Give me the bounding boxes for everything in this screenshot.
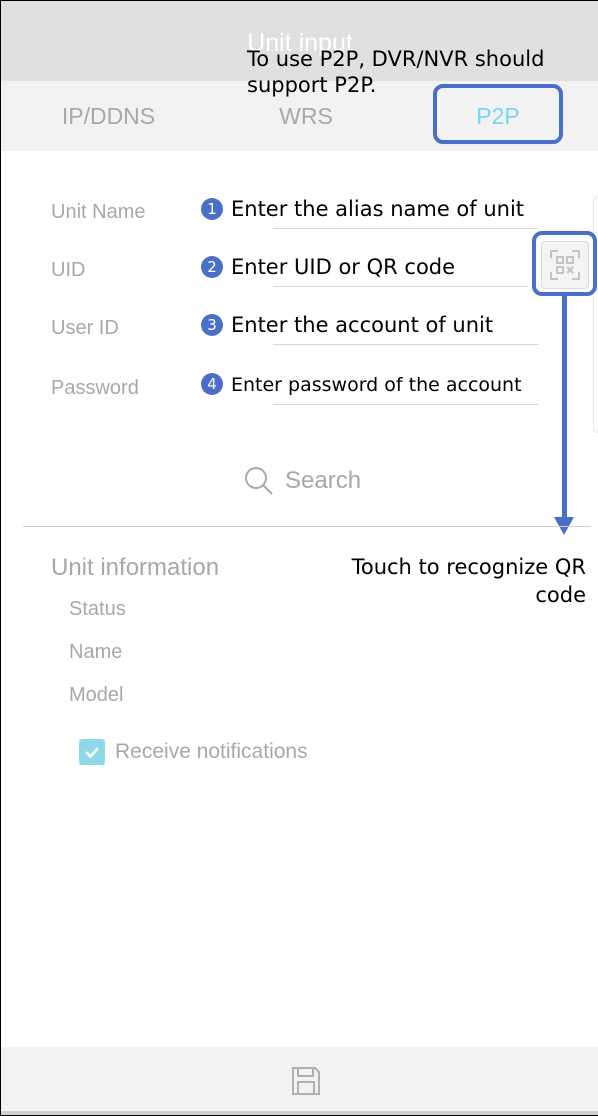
- save-button[interactable]: [290, 1065, 322, 1102]
- badge-4: 4: [201, 373, 223, 395]
- uid-input[interactable]: [273, 286, 528, 287]
- model-row: Model: [69, 684, 124, 706]
- unit-information-title: Unit information: [51, 554, 220, 581]
- password-hint: Enter password of the account: [231, 374, 522, 396]
- side-panel-edge: [593, 196, 598, 433]
- notifications-checkbox[interactable]: [79, 739, 105, 765]
- callout-arrow-line: [562, 296, 567, 521]
- password-label: Password: [51, 377, 139, 399]
- badge-1: 1: [201, 198, 223, 220]
- notifications-label: Receive notifications: [115, 740, 308, 763]
- uid-label: UID: [51, 259, 86, 281]
- save-icon: [292, 1067, 320, 1095]
- tab-wrs[interactable]: WRS: [241, 103, 371, 130]
- status-row: Status: [69, 598, 126, 620]
- search-button[interactable]: Search: [243, 465, 361, 497]
- badge-2: 2: [201, 256, 223, 278]
- password-callout: 4 Enter password of the account: [201, 373, 522, 396]
- user-id-callout: 3 Enter the account of unit: [201, 313, 493, 337]
- bottom-edge: [1, 1111, 598, 1115]
- qr-recognize-note: Touch to recognize QR code: [351, 555, 586, 607]
- section-divider: [23, 526, 591, 527]
- uid-hint: Enter UID or QR code: [231, 255, 456, 279]
- unit-name-callout: 1 Enter the alias name of unit: [201, 197, 524, 221]
- badge-3: 3: [201, 314, 223, 336]
- user-id-input[interactable]: [273, 344, 538, 345]
- name-row: Name: [69, 641, 123, 663]
- receive-notifications-toggle[interactable]: Receive notifications: [79, 739, 308, 765]
- qr-button-highlight: [532, 231, 597, 296]
- search-icon: [245, 467, 273, 495]
- check-icon: [85, 747, 99, 759]
- search-label: Search: [285, 467, 362, 494]
- app-screen: Unit input IP/DDNS WRS P2P To use P2P, D…: [0, 0, 598, 1116]
- unit-name-input[interactable]: [273, 228, 538, 229]
- unit-name-hint: Enter the alias name of unit: [231, 197, 525, 221]
- p2p-tab-highlight: [433, 84, 563, 144]
- tab-ip-ddns[interactable]: IP/DDNS: [41, 103, 176, 130]
- password-input[interactable]: [273, 404, 538, 405]
- user-id-hint: Enter the account of unit: [231, 313, 494, 337]
- unit-name-label: Unit Name: [51, 201, 146, 223]
- uid-callout: 2 Enter UID or QR code: [201, 255, 455, 279]
- user-id-label: User ID: [51, 317, 119, 339]
